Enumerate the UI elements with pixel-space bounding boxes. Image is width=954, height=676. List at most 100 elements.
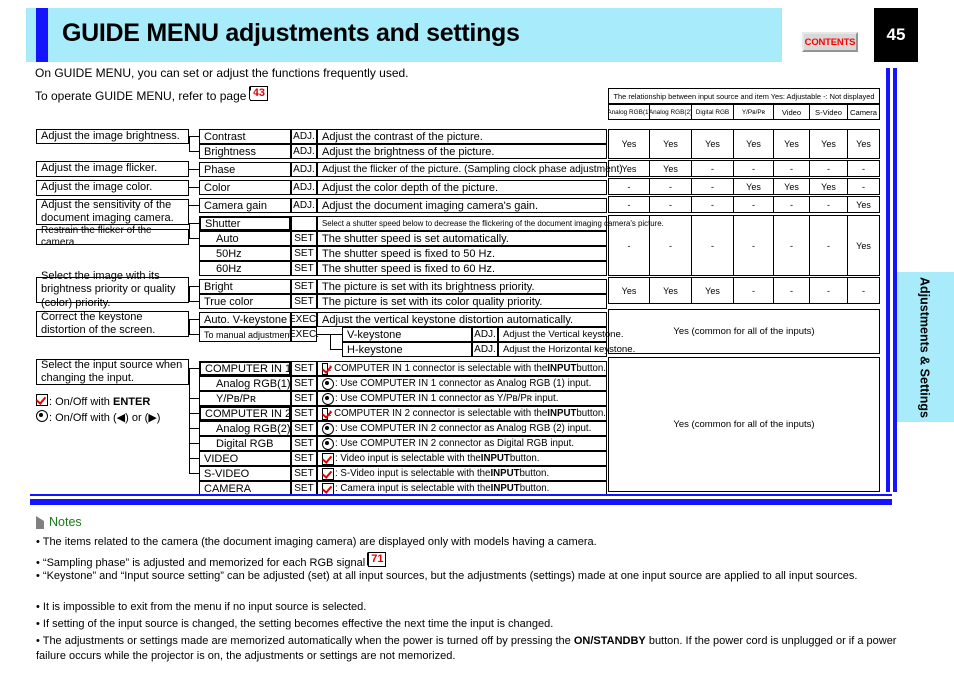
- matrix-cell: -: [774, 215, 810, 276]
- matrix-cell: Yes: [650, 277, 692, 304]
- matrix-col-header: Digital RGB: [692, 104, 734, 120]
- note-item: • If setting of the input source is chan…: [36, 618, 554, 630]
- matrix-cell: -: [608, 215, 650, 276]
- matrix-cell: -: [810, 277, 848, 304]
- table-action-cell: ADJ.: [291, 144, 317, 159]
- matrix-cell: Yes: [734, 129, 774, 159]
- right-rule-outer: [886, 68, 890, 492]
- connector-stub: [189, 151, 199, 153]
- side-tab-label: Adjustments & Settings: [918, 277, 932, 418]
- intro-line-1: On GUIDE MENU, you can set or adjust the…: [35, 66, 409, 80]
- matrix-cell: -: [774, 160, 810, 177]
- matrix-cell: -: [774, 196, 810, 213]
- checkbox-icon: [322, 362, 328, 375]
- description-box: Select the image with its brightness pri…: [36, 270, 189, 309]
- brace-vert-5: [189, 368, 191, 474]
- table-item-cell: Y/Pʙ/Pʀ: [199, 391, 291, 406]
- table-desc-cell: : COMPUTER IN 2 connector is selectable …: [317, 406, 607, 421]
- separator-thick: [30, 499, 892, 505]
- matrix-cell: -: [608, 196, 650, 213]
- table-desc-cell: : Use COMPUTER IN 2 connector as Analog …: [317, 421, 607, 436]
- table-item-cell: Auto. V-keystone: [199, 312, 291, 327]
- connector-stub: [189, 136, 199, 138]
- table-action-cell: SET: [291, 436, 317, 451]
- matrix-row-contrast-brightness: Yes Yes Yes Yes Yes Yes Yes: [608, 129, 880, 159]
- table-item-cell: True color: [199, 294, 291, 309]
- table-item-cell: Analog RGB(1): [199, 376, 291, 391]
- brace-vert-2: [189, 223, 191, 239]
- matrix-cell: -: [650, 178, 692, 195]
- table-desc-cell: Adjust the brightness of the picture.: [317, 144, 607, 159]
- matrix-cell: -: [848, 277, 880, 304]
- table-item-cell: 60Hz: [199, 261, 291, 276]
- table-action-cell: ADJ.: [472, 342, 498, 357]
- matrix-cell: -: [810, 196, 848, 213]
- intro-line-2: To operate GUIDE MENU, refer to page 43.: [35, 86, 269, 104]
- connector-stub: [189, 443, 199, 445]
- table-item-cell: Analog RGB(2): [199, 421, 291, 436]
- matrix-column-headers: Analog RGB(1) Analog RGB(2) Digital RGB Y/P…: [608, 104, 880, 120]
- matrix-col-header: Camera: [848, 104, 880, 120]
- page-link-43[interactable]: 43: [248, 86, 269, 104]
- table-action-cell: EXEC.: [289, 327, 320, 342]
- table-action-cell: SET: [291, 246, 317, 261]
- intro-line-2-text: To operate GUIDE MENU, refer to page: [35, 89, 247, 103]
- matrix-cell: -: [692, 215, 734, 276]
- matrix-cell: -: [734, 215, 774, 276]
- checkbox-icon: [322, 467, 334, 480]
- connector-stub: [189, 286, 199, 288]
- table-item-cell: Camera gain: [199, 198, 291, 213]
- matrix-col-header: Analog RGB(2): [650, 104, 692, 120]
- connector-stub: [189, 169, 199, 171]
- matrix-col-header: Analog RGB(1): [608, 104, 650, 120]
- table-action-cell: ADJ.: [291, 198, 317, 213]
- matrix-cell: Yes: [848, 129, 880, 159]
- matrix-cell: -: [608, 178, 650, 195]
- note-item: • It is impossible to exit from the menu…: [36, 601, 367, 613]
- table-desc-cell: Adjust the document imaging camera's gai…: [317, 198, 607, 213]
- table-action-cell: SET: [291, 421, 317, 436]
- connector-stub: [189, 187, 199, 189]
- table-desc-cell: : Use COMPUTER IN 2 connector as Digital…: [317, 436, 607, 451]
- table-action-cell: [291, 216, 317, 231]
- table-desc-cell: : Use COMPUTER IN 1 connector as Analog …: [317, 376, 607, 391]
- table-action-cell: SET: [291, 231, 317, 246]
- radio-icon: [322, 392, 334, 405]
- matrix-cell: -: [650, 196, 692, 213]
- table-action-cell: SET: [291, 261, 317, 276]
- table-desc-cell: The picture is set with its brightness p…: [317, 279, 607, 294]
- contents-button[interactable]: CONTENTS: [802, 32, 858, 52]
- legend-check: : On/Off with ENTER: [36, 394, 150, 410]
- table-item-cell: H-keystone: [342, 342, 472, 357]
- checkbox-icon: [322, 482, 334, 495]
- table-desc-cell: Select a shutter speed below to decrease…: [317, 216, 664, 231]
- table-item-cell: Shutter: [199, 216, 291, 231]
- page-title: GUIDE MENU adjustments and settings: [62, 19, 520, 47]
- table-item-cell: V-keystone: [342, 327, 472, 342]
- notes-icon: [36, 516, 44, 529]
- keystone-branch-h1: [330, 334, 342, 336]
- matrix-cell: Yes: [774, 129, 810, 159]
- checkbox-icon: [322, 407, 328, 420]
- table-desc-cell: The picture is set with its color qualit…: [317, 294, 607, 309]
- table-desc-cell: : Use COMPUTER IN 1 connector as Y/Pʙ/Pʀ…: [317, 391, 607, 406]
- connector-stub: [189, 334, 199, 336]
- description-box: Correct the keystone distortion of the s…: [36, 311, 189, 337]
- connector-stub: [189, 368, 199, 370]
- table-action-cell: SET: [291, 376, 317, 391]
- connector-stub: [189, 205, 199, 207]
- note-item: • “Keystone” and “Input source setting” …: [36, 570, 858, 582]
- table-action-cell: SET: [291, 391, 317, 406]
- header-accent-bar: [36, 8, 48, 62]
- contents-button-label: CONTENTS: [804, 36, 856, 48]
- connector-stub: [189, 238, 199, 240]
- radio-icon: [322, 437, 334, 450]
- matrix-cell: -: [848, 160, 880, 177]
- table-desc-cell: Adjust the Horizontal keystone.: [498, 342, 635, 357]
- matrix-cell: Yes: [692, 277, 734, 304]
- matrix-cell: Yes: [650, 129, 692, 159]
- table-action-cell: ADJ.: [291, 162, 317, 177]
- table-action-cell: ADJ.: [472, 327, 498, 342]
- checkbox-icon: [322, 452, 334, 465]
- table-item-cell: Phase: [199, 162, 291, 177]
